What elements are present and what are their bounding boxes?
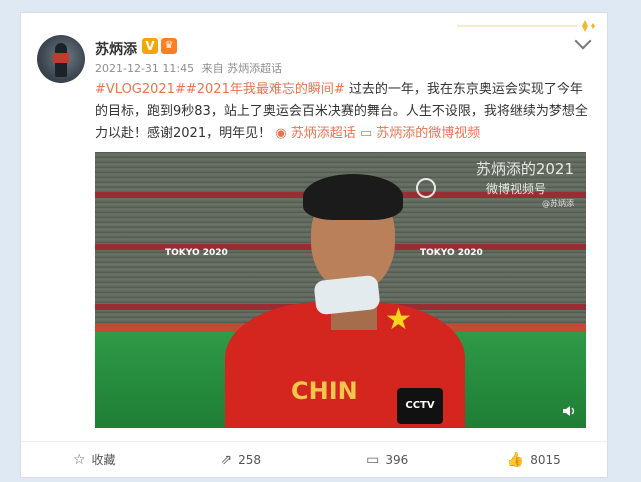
favorite-label: 收藏 <box>91 453 116 467</box>
athlete-hair <box>303 174 403 220</box>
topic-link-vlog[interactable]: #VLOG2021# <box>95 82 186 97</box>
video-watermark-handle: @苏炳添 <box>542 199 574 208</box>
favorite-button[interactable]: ☆ 收藏 <box>21 442 168 477</box>
comment-count: 396 <box>385 452 409 467</box>
post-timestamp[interactable]: 2021-12-31 11:45 <box>95 62 194 75</box>
video-icon: ▭ <box>359 126 377 141</box>
flag-star-icon: ★ <box>385 302 412 337</box>
action-bar: ☆ 收藏 ⇗ 258 ▭ 396 👍 8015 <box>21 442 607 477</box>
author-name[interactable]: 苏炳添 <box>95 39 137 59</box>
stadium-banner: TOKYO 2020 <box>420 248 483 258</box>
stadium-banner: TOKYO 2020 <box>165 248 228 258</box>
member-crown-icon: ♛ <box>161 38 177 54</box>
post-source[interactable]: 来自 苏炳添超话 <box>202 62 283 75</box>
volume-icon[interactable] <box>562 404 576 418</box>
location-pin-icon: ◉ <box>275 126 291 141</box>
like-button[interactable]: 👍 8015 <box>461 442 608 477</box>
video-watermark-title: 苏炳添的2021 <box>475 160 574 178</box>
supertopic-link[interactable]: ◉ 苏炳添超话 <box>275 126 356 141</box>
chevron-down-icon[interactable] <box>574 32 592 50</box>
topic-link-moment[interactable]: #2021年我最难忘的瞬间# <box>186 82 345 97</box>
like-count: 8015 <box>530 452 561 467</box>
verified-icon: V <box>142 38 158 54</box>
repost-button[interactable]: ⇗ 258 <box>168 442 315 477</box>
comment-button[interactable]: ▭ 396 <box>314 442 461 477</box>
repost-count: 258 <box>238 452 262 467</box>
star-icon: ☆ <box>72 451 86 468</box>
video-channel-link[interactable]: ▭ 苏炳添的微博视频 <box>360 126 480 141</box>
corner-decoration <box>457 20 595 32</box>
share-icon: ⇗ <box>220 451 233 468</box>
jersey-text: CHIN <box>291 377 358 405</box>
post-meta: 2021-12-31 11:45 来自 苏炳添超话 <box>95 60 286 76</box>
thumbs-up-icon: 👍 <box>506 451 525 468</box>
face-mask <box>313 274 381 316</box>
video-watermark-sub: 微博视频号 <box>485 182 546 196</box>
weibo-video-icon <box>416 178 436 198</box>
weibo-post-card: 苏炳添 V ♛ 2021-12-31 11:45 来自 苏炳添超话 #VLOG2… <box>20 12 608 478</box>
avatar[interactable] <box>37 35 85 83</box>
cctv-mic-logo: CCTV <box>397 388 443 424</box>
video-player[interactable]: TOKYO 2020 TOKYO 2020 ★ CHIN CCTV 苏炳添的20… <box>95 152 586 428</box>
comment-icon: ▭ <box>366 451 380 468</box>
post-text: #VLOG2021##2021年我最难忘的瞬间# 过去的一年，我在东京奥运会实现… <box>95 79 595 145</box>
